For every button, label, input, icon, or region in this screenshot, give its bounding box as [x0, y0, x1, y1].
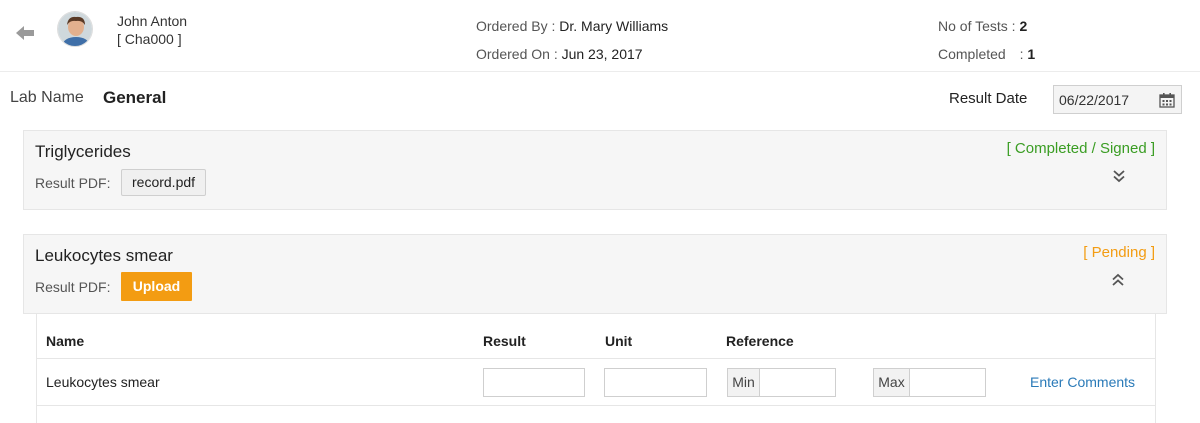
result-input[interactable] — [483, 368, 585, 397]
upload-button[interactable]: Upload — [121, 272, 192, 301]
status-badge: [ Pending ] — [1083, 244, 1155, 261]
enter-comments-link[interactable]: Enter Comments — [1030, 374, 1135, 390]
results-table: Name Result Unit Reference Leukocytes sm… — [36, 313, 1156, 423]
patient-header: John Anton [ Cha000 ] Ordered By : Dr. M… — [0, 0, 1200, 72]
test-title: Leukocytes smear — [35, 246, 173, 265]
test-card-triglycerides: Triglycerides [ Completed / Signed ] Res… — [23, 130, 1167, 210]
patient-name: John Anton — [117, 13, 188, 29]
back-arrow-icon[interactable] — [14, 24, 36, 42]
result-date-label: Result Date — [949, 90, 1028, 107]
column-header-name: Name — [46, 333, 85, 349]
result-pdf-label: Result PDF: — [35, 279, 111, 295]
ordered-by: Ordered By : Dr. Mary Williams — [476, 18, 668, 34]
max-addon: Max — [873, 368, 909, 397]
reference-max-input[interactable] — [909, 368, 986, 397]
test-count: No of Tests : 2 — [938, 18, 1027, 34]
reference-min-input[interactable] — [759, 368, 836, 397]
column-header-unit: Unit — [605, 333, 633, 349]
completed-count-value: 1 — [1027, 46, 1036, 62]
ordered-on: Ordered On : Jun 23, 2017 — [476, 46, 643, 62]
test-count-value: 2 — [1019, 18, 1028, 34]
lab-name-value: General — [103, 88, 167, 107]
row-test-name: Leukocytes smear — [46, 374, 160, 390]
column-header-result: Result — [483, 333, 526, 349]
ordered-on-value: Jun 23, 2017 — [561, 46, 643, 62]
calendar-icon[interactable] — [1152, 85, 1182, 114]
result-date-input[interactable] — [1053, 85, 1153, 114]
avatar — [57, 11, 93, 47]
completed-count: Completed : 1 — [938, 46, 1035, 62]
unit-input[interactable] — [604, 368, 707, 397]
status-badge: [ Completed / Signed ] — [1006, 140, 1155, 157]
patient-id: [ Cha000 ] — [117, 31, 182, 47]
min-addon: Min — [727, 368, 759, 397]
ordered-on-label: Ordered On : — [476, 46, 558, 62]
table-divider — [37, 358, 1155, 359]
chevron-double-up-icon[interactable] — [1110, 272, 1126, 288]
ordered-by-value: Dr. Mary Williams — [559, 18, 669, 34]
completed-separator: : — [1019, 46, 1024, 62]
test-count-label: No of Tests : — [938, 18, 1016, 34]
pdf-file-button[interactable]: record.pdf — [121, 169, 207, 196]
column-header-reference: Reference — [726, 333, 794, 349]
ordered-by-label: Ordered By : — [476, 18, 556, 34]
test-title: Triglycerides — [35, 142, 131, 161]
test-card-leukocytes: Leukocytes smear [ Pending ] Result PDF:… — [23, 234, 1167, 314]
chevron-double-down-icon[interactable] — [1111, 168, 1127, 184]
table-divider — [37, 405, 1155, 406]
result-pdf-label: Result PDF: — [35, 175, 111, 191]
completed-count-label: Completed — [938, 46, 1006, 62]
lab-name-label: Lab Name — [10, 89, 84, 106]
